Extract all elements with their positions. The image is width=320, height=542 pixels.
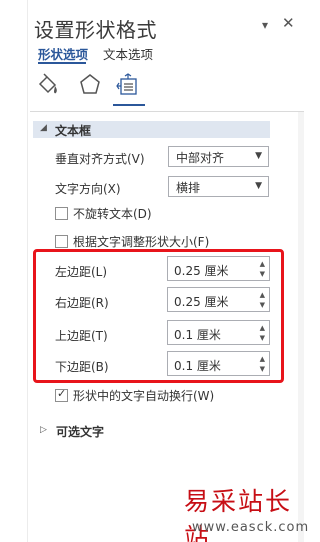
- vertical-align-value: 中部对齐: [176, 151, 225, 165]
- collapse-arrow-icon[interactable]: ◢: [40, 123, 47, 133]
- text-direction-dropdown[interactable]: 横排 ▼: [168, 176, 269, 197]
- watermark-url: www.easck.com: [192, 520, 310, 535]
- chevron-down-icon: ▼: [255, 151, 262, 161]
- effects-icon[interactable]: [77, 72, 107, 102]
- text-direction-value: 横排: [176, 181, 201, 195]
- section-title-alt-text[interactable]: 可选文字: [56, 423, 104, 440]
- vertical-align-dropdown[interactable]: 中部对齐 ▼: [168, 146, 269, 167]
- layout-properties-icon[interactable]: [115, 72, 145, 102]
- divider: [30, 111, 304, 112]
- chevron-down-icon: ▼: [255, 181, 262, 191]
- autofit-checkbox[interactable]: [55, 235, 68, 248]
- text-direction-label: 文字方向(X): [55, 182, 121, 196]
- document-edge: [0, 0, 28, 542]
- margin-highlight-box: [33, 249, 284, 383]
- close-icon[interactable]: ✕: [282, 14, 295, 32]
- pane-menu-icon[interactable]: ▾: [262, 18, 268, 32]
- tab-shape-options[interactable]: 形状选项: [38, 44, 88, 63]
- fill-line-icon[interactable]: [35, 72, 65, 102]
- active-tab-indicator: [38, 62, 86, 64]
- wrap-text-label: 形状中的文字自动换行(W): [73, 389, 215, 403]
- pane-title: 设置形状格式: [34, 18, 157, 42]
- tab-text-options[interactable]: 文本选项: [103, 44, 153, 63]
- format-shape-pane: 设置形状格式 ▾ ✕ 形状选项 文本选项 ◢ 文本框 垂直对齐方式(V) 中部对…: [0, 0, 308, 542]
- no-rotate-checkbox[interactable]: [55, 207, 68, 220]
- expand-arrow-icon[interactable]: ▷: [40, 425, 47, 435]
- autofit-label: 根据文字调整形状大小(F): [73, 235, 210, 249]
- scrollbar[interactable]: [298, 112, 304, 542]
- checkmark-icon: ✓: [57, 387, 67, 400]
- section-title-textbox: 文本框: [55, 124, 92, 138]
- no-rotate-label: 不旋转文本(D): [73, 207, 152, 221]
- active-icon-indicator: [113, 104, 145, 106]
- vertical-align-label: 垂直对齐方式(V): [55, 152, 145, 166]
- wrap-text-checkbox[interactable]: ✓: [55, 387, 68, 402]
